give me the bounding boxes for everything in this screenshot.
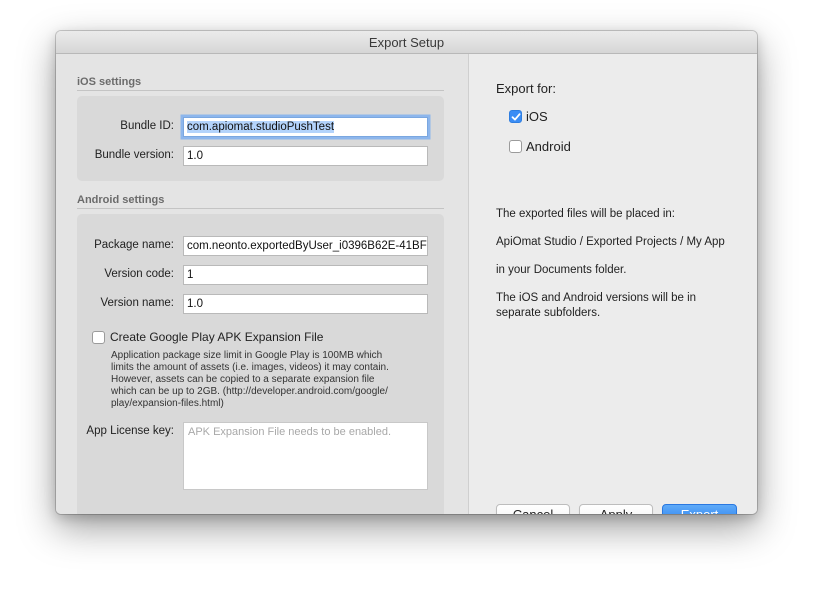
apk-help-line: limits the amount of assets (i.e. images…	[111, 362, 389, 373]
settings-pane: iOS settings Bundle ID: com.apiomat.stud…	[56, 54, 469, 514]
package-name-field[interactable]: com.neonto.exportedByUser_i0396B62E-41BF…	[183, 236, 428, 256]
version-code-label: Version code:	[104, 268, 174, 280]
apk-expansion-label[interactable]: Create Google Play APK Expansion File	[110, 330, 323, 344]
package-name-label: Package name:	[94, 239, 174, 251]
export-ios-checkbox[interactable]	[509, 110, 522, 123]
license-key-label: App License key:	[86, 425, 174, 437]
android-settings-title: Android settings	[77, 194, 165, 206]
info-subfolders-text: The iOS and Android versions will be in …	[496, 291, 696, 321]
info-destination-text: The exported files will be placed in:	[496, 208, 675, 220]
ios-settings-group	[77, 96, 444, 181]
version-name-label: Version name:	[100, 297, 174, 309]
apk-help-line: However, assets can be copied to a separ…	[111, 374, 375, 385]
export-android-checkbox[interactable]	[509, 140, 522, 153]
bundle-version-field[interactable]: 1.0	[183, 146, 428, 166]
info-documents-text: in your Documents folder.	[496, 264, 627, 276]
info-path-text: ApiOmat Studio / Exported Projects / My …	[496, 236, 725, 248]
version-code-field[interactable]: 1	[183, 265, 428, 285]
export-setup-window: Export Setup iOS settings Bundle ID: com…	[56, 31, 757, 514]
version-name-field[interactable]: 1.0	[183, 294, 428, 314]
bundle-id-value: com.apiomat.studioPushTest	[187, 121, 335, 133]
ios-settings-title: iOS settings	[77, 76, 142, 88]
apk-help-line: play/expansion-files.html)	[111, 398, 224, 409]
export-for-heading: Export for:	[496, 81, 556, 96]
apk-help-text: Application package size limit in Google…	[111, 350, 389, 410]
bundle-id-field[interactable]: com.apiomat.studioPushTest	[183, 117, 428, 137]
apply-button[interactable]: Apply	[579, 504, 653, 514]
export-button[interactable]: Export	[662, 504, 737, 514]
license-key-field[interactable]: APK Expansion File needs to be enabled.	[183, 422, 428, 490]
checkmark-icon	[511, 113, 521, 121]
info-subfolders-line: separate subfolders.	[496, 307, 601, 319]
cancel-button[interactable]: Cancel	[496, 504, 570, 514]
android-settings-divider	[77, 208, 444, 209]
apk-expansion-checkbox[interactable]	[92, 331, 105, 344]
ios-settings-divider	[77, 90, 444, 91]
window-title: Export Setup	[56, 31, 757, 54]
info-subfolders-line: The iOS and Android versions will be in	[496, 292, 697, 304]
bundle-version-label: Bundle version:	[94, 149, 174, 161]
export-options-pane: Export for: iOS Android The exported fil…	[469, 54, 757, 514]
apk-help-line: which can be up to 2GB. (http://develope…	[111, 386, 388, 397]
export-ios-label[interactable]: iOS	[526, 109, 548, 124]
bundle-id-label: Bundle ID:	[120, 120, 174, 132]
export-android-label[interactable]: Android	[526, 139, 571, 154]
apk-help-line: Application package size limit in Google…	[111, 350, 383, 361]
